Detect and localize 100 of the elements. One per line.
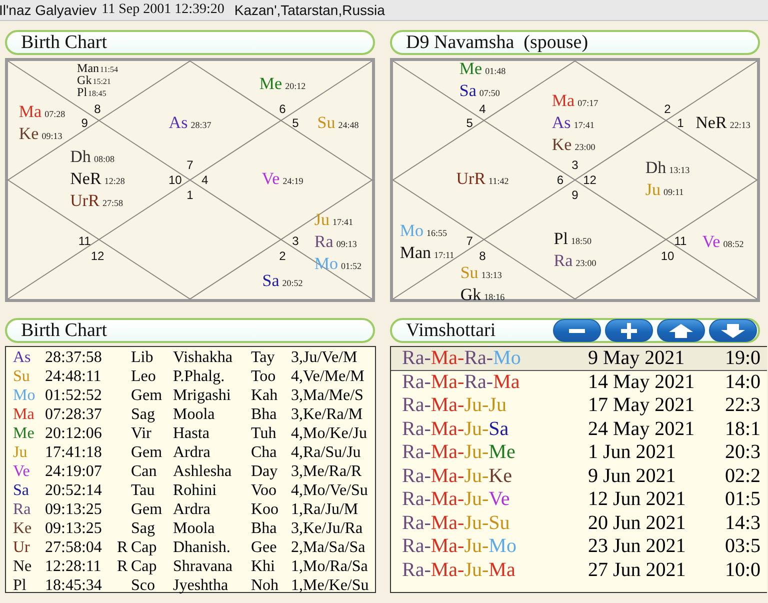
dasha-row[interactable]: Ra-Ma-Ju-Su 20 Jun 2021 14:3 [391,512,767,535]
panel-title: D9 Navamsha (spouse) [406,32,590,54]
planet-name: Ke [13,519,32,538]
syllable-cell: Kah [251,386,278,405]
pada-cell: 3,Ke/Ju/Ra [291,519,363,538]
dasha-row[interactable]: Ra-Ma-Ju-Ma 27 Jun 2021 10:0 [391,558,767,582]
planet-position: UrR 27:58 [70,191,123,212]
dasha-row[interactable]: Ra-Ma-Ra-Mo 9 May 2021 19:0 [391,347,767,370]
planet-position: Su 13:13 [460,262,502,284]
syllable-cell: Too [251,367,276,386]
syllable-cell: Bha [251,519,277,538]
sign-cell: Cap [131,557,157,576]
house-number: 11 [674,235,687,247]
nakshatra-cell: Rohini [173,481,217,500]
dasha-row[interactable]: Ra-Ma-Ju-Ve 12 Jun 2021 01:5 [391,488,767,512]
planet-position: Sa 07:50 [459,81,500,102]
house-number: 5 [466,116,473,129]
house-number: 1 [677,116,684,129]
planet-position: Pl18:45 [77,87,106,100]
planet-position: UrR 11:42 [456,169,509,190]
start-time: 02:2 [725,464,761,488]
sign-cell: Tau [131,481,155,500]
dasha-row[interactable]: Ra-Ma-Ra-Ma 14 May 2021 14:0 [391,370,767,394]
start-date: 9 Jun 2021 [588,464,676,488]
planet-position: Me 01:48 [459,59,506,80]
degree-cell: 09:13:25 [45,519,102,538]
degree-cell: 27:58:04 [45,538,102,557]
dasha-period: Ra-Ma-Ju-Me [402,441,516,464]
start-time: 14:3 [725,512,761,535]
planet-position: Ve 24:19 [262,169,304,190]
start-date: 17 May 2021 [588,394,695,418]
planet-position: Ma 07:17 [552,90,598,112]
pada-cell: 2,Ma/Sa/Sa [291,538,366,557]
down-arrow-icon [721,324,745,338]
dasha-period: Ra-Ma-Ra-Mo [402,347,521,370]
sign-cell: Sag [131,519,155,538]
sign-cell: Gem [131,443,162,462]
up-button[interactable] [657,319,705,342]
planet-name: Me [13,424,34,443]
start-date: 1 Jun 2021 [588,441,676,464]
minus-button[interactable] [553,319,601,342]
sign-cell: Cap [131,538,157,557]
birth-place: Kazan',Tatarstan,Russia [234,2,385,18]
dasha-period: Ra-Ma-Ju-Ke [402,464,512,488]
planet-name: Ra [13,500,31,519]
start-time: 20:3 [725,441,761,464]
house-number: 4 [479,103,486,116]
start-time: 19:0 [725,347,761,370]
sign-cell: Gem [131,386,162,405]
sign-cell: Leo [131,367,156,386]
house-number: 5 [292,116,299,129]
planet-position: Ke 09:13 [18,124,62,145]
planet-position: Gk 18:16 [460,284,505,306]
retrograde-mark: R [117,538,128,557]
nakshatra-cell: Ashlesha [173,462,232,481]
syllable-cell: Day [251,462,278,481]
pada-cell: 4,Ve/Me/M [291,367,364,386]
syllable-cell: Khi [251,557,275,576]
planet-name: Ne [13,557,32,576]
planet-position: Gk15:21 [77,75,111,88]
start-date: 24 May 2021 [588,418,695,441]
dasha-row[interactable]: Ra-Ma-Ju-Mo 23 Jun 2021 03:5 [391,535,767,558]
planet-name: Mo [13,386,36,405]
degree-cell: 20:12:06 [45,424,102,443]
pada-cell: 3,Me/Ra/R [291,462,362,481]
sign-cell: Sag [131,405,155,424]
sign-cell: Gem [131,500,162,519]
nakshatra-cell: Ardra [173,500,210,519]
dasha-period: Ra-Ma-Ju-Ma [402,558,516,582]
degree-cell: 28:37:58 [45,348,102,367]
dasha-row[interactable]: Ra-Ma-Ju-Sa 24 May 2021 18:1 [391,418,767,441]
pada-cell: 3,Ju/Ve/M [291,348,358,367]
start-date: 14 May 2021 [588,370,695,394]
house-number: 10 [660,250,674,262]
planet-position: As 17:41 [552,112,594,134]
nakshatra-cell: Jyeshtha [173,576,228,595]
dasha-row[interactable]: Ra-Ma-Ju-Ju 17 May 2021 22:3 [391,394,767,418]
up-arrow-icon [669,324,693,338]
house-number: 11 [78,235,91,247]
pada-cell: 3,Ma/Me/S [291,386,364,405]
panel-title: Vimshottari [406,320,497,342]
down-button[interactable] [709,319,757,342]
dasha-period: Ra-Ma-Ra-Ma [402,370,520,394]
start-time: 18:1 [725,418,761,441]
planet-position: Ra 23:00 [554,250,596,272]
house-number: 6 [279,103,286,116]
start-time: 01:5 [725,488,761,512]
planet-name: Ve [13,462,30,481]
plus-button[interactable] [605,319,653,342]
dasha-row[interactable]: Ra-Ma-Ju-Ke 9 Jun 2021 02:2 [391,464,767,488]
degree-cell: 01:52:52 [45,386,102,405]
degree-cell: 09:13:25 [45,500,102,519]
dasha-period: Ra-Ma-Ju-Sa [402,418,509,441]
panel-title: Birth Chart [21,320,108,342]
dasha-period: Ra-Ma-Ju-Mo [402,535,516,558]
pada-cell: 1,Ra/Ju/M [291,500,358,519]
syllable-cell: Bha [251,405,277,424]
planet-position: NeR 12:28 [70,169,125,190]
dasha-row[interactable]: Ra-Ma-Ju-Me 1 Jun 2021 20:3 [391,441,767,464]
nakshatra-cell: Moola [173,519,215,538]
